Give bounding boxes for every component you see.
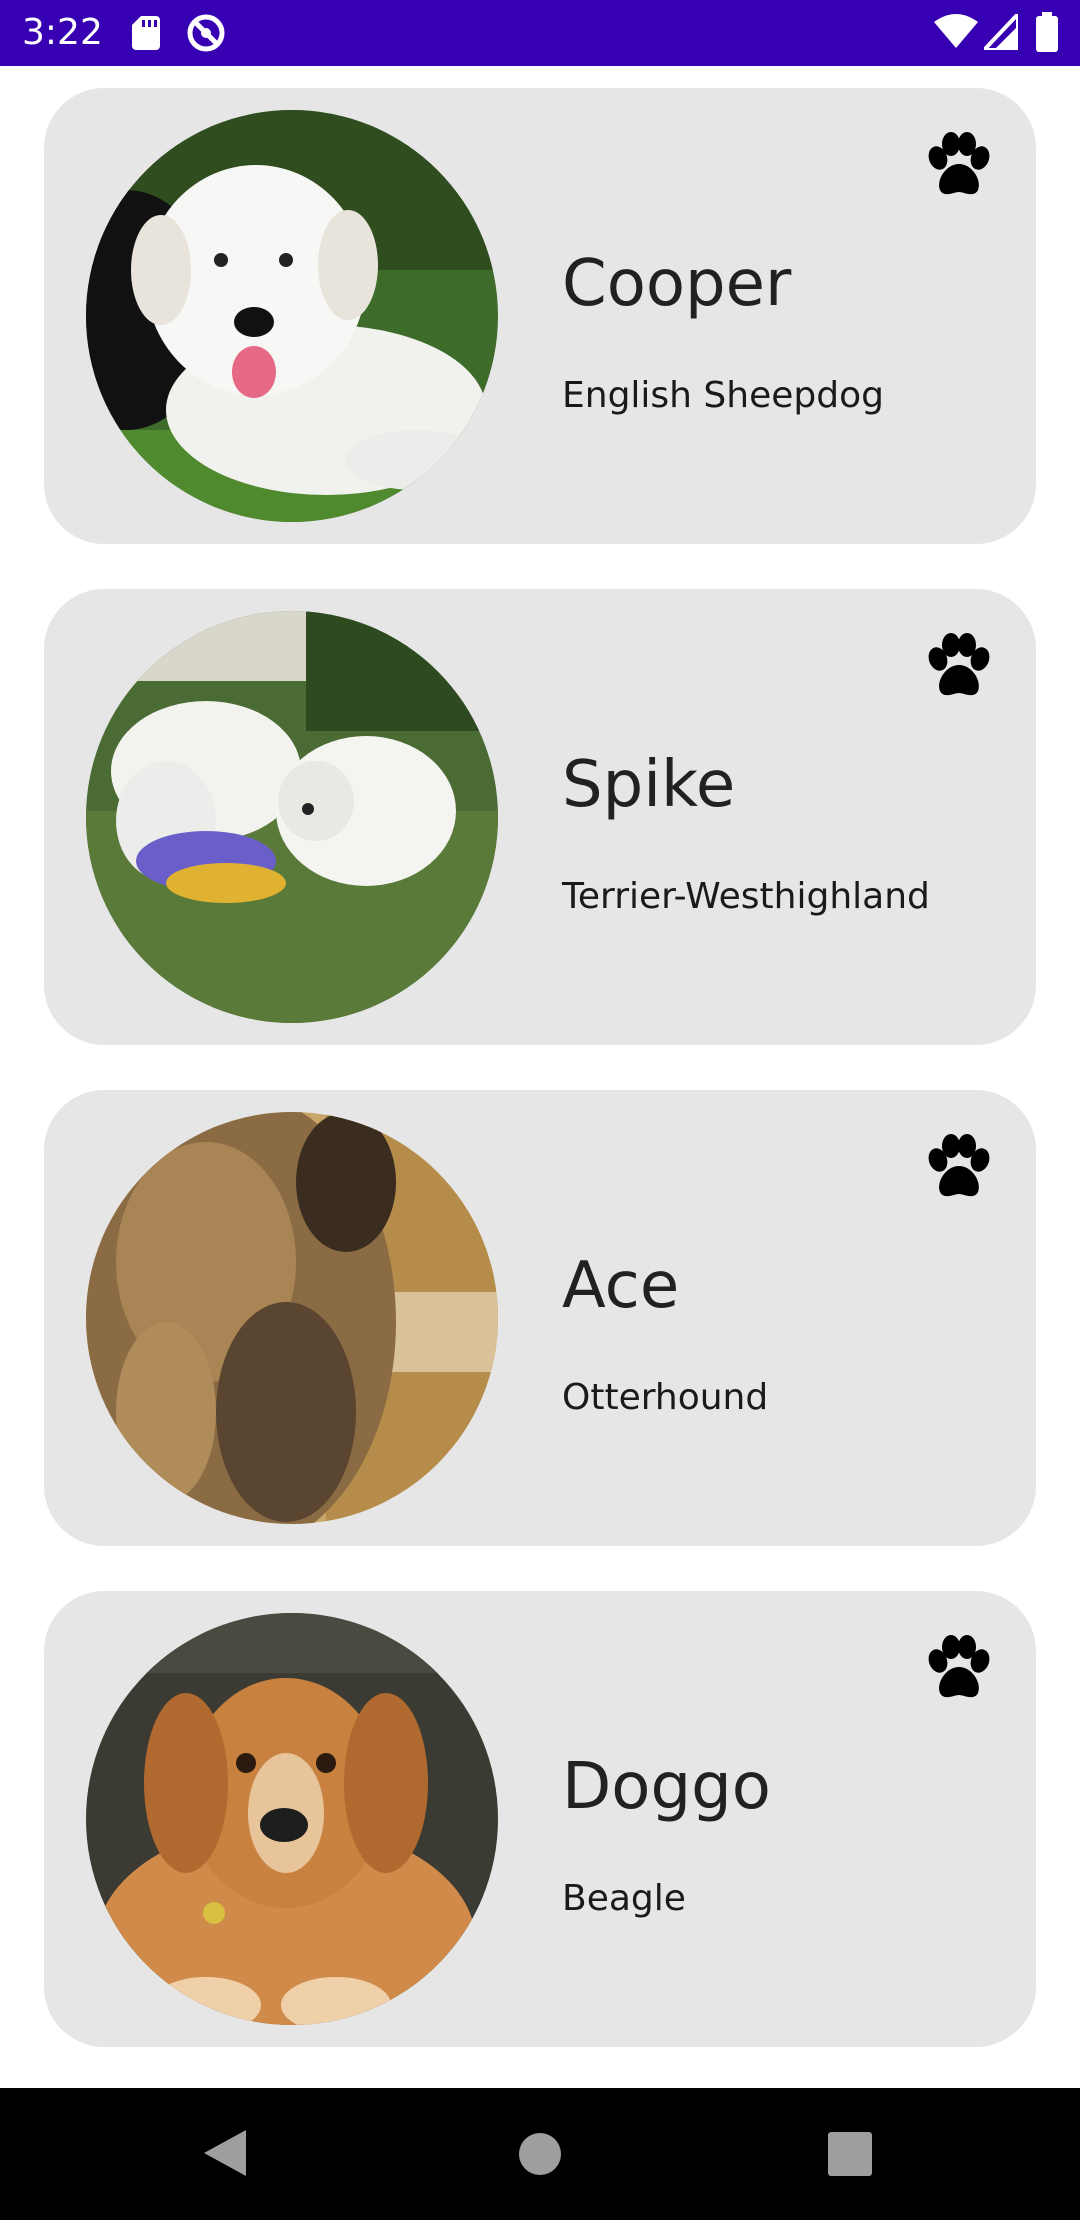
dog-name: Doggo — [562, 1750, 771, 1824]
recents-icon[interactable] — [828, 2132, 872, 2181]
status-time: 3:22 — [22, 12, 103, 53]
dog-card-ace[interactable]: Ace Otterhound — [44, 1090, 1036, 1546]
paw-icon — [924, 1134, 994, 1200]
home-icon[interactable] — [518, 2132, 562, 2181]
battery-icon — [1036, 12, 1058, 57]
dog-name: Ace — [562, 1249, 680, 1323]
sync-icon — [186, 13, 226, 58]
sd-card-icon — [132, 16, 160, 55]
dog-photo — [86, 1613, 498, 2025]
dog-breed: English Sheepdog — [562, 375, 884, 416]
dog-name: Cooper — [562, 247, 792, 321]
dog-card-cooper[interactable]: Cooper English Sheepdog — [44, 88, 1036, 544]
paw-icon — [924, 132, 994, 198]
dog-name: Spike — [562, 748, 736, 822]
dog-card-spike[interactable]: Spike Terrier-Westhighland — [44, 589, 1036, 1045]
status-bar: 3:22 — [0, 0, 1080, 66]
paw-icon — [924, 633, 994, 699]
cell-signal-icon — [979, 8, 1020, 55]
dog-breed: Beagle — [562, 1878, 686, 1919]
dog-photo — [86, 110, 498, 522]
navigation-bar — [0, 2088, 1080, 2220]
dog-breed: Otterhound — [562, 1377, 769, 1418]
dog-photo — [86, 611, 498, 1023]
wifi-icon — [934, 14, 978, 55]
paw-icon — [924, 1635, 994, 1701]
back-icon[interactable] — [204, 2130, 246, 2181]
dog-card-doggo[interactable]: Doggo Beagle — [44, 1591, 1036, 2047]
dog-photo — [86, 1112, 498, 1524]
dog-breed: Terrier-Westhighland — [562, 876, 930, 917]
dog-list[interactable]: Cooper English Sheepdog Spike Terrier-We… — [0, 66, 1080, 2088]
